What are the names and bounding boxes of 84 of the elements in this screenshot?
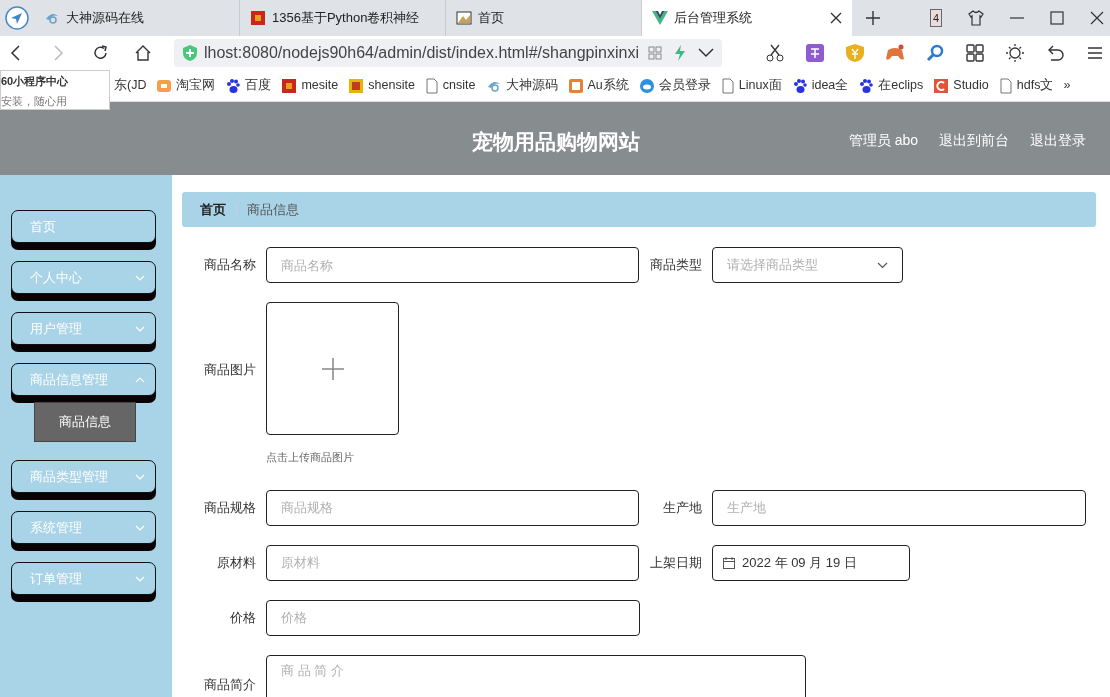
chevron-down-icon[interactable]: [698, 48, 714, 58]
bookmark[interactable]: 东(JD: [114, 76, 147, 95]
more-bookmarks-button[interactable]: »: [1063, 76, 1071, 95]
popup-title: 60小程序中心: [1, 74, 70, 89]
field-label: 生产地: [662, 498, 703, 517]
bookmark[interactable]: idea全: [791, 76, 849, 95]
close-icon[interactable]: [1090, 11, 1105, 25]
menu-icon[interactable]: [1086, 44, 1104, 62]
close-icon[interactable]: [830, 12, 842, 24]
site-title: 宠物用品购物网站: [472, 129, 640, 155]
bookmark[interactable]: Au系统: [567, 76, 629, 95]
address-bar[interactable]: lhost:8080/nodejs90h64/admin/dist/index.html#/shangpinxinxi: [174, 39, 722, 67]
bookmark[interactable]: 大神源码: [485, 76, 558, 95]
gamepad-icon[interactable]: [886, 44, 904, 62]
field-label: 商品简介: [203, 675, 257, 694]
shield-icon: [182, 44, 198, 62]
page-icon: [998, 77, 1013, 94]
plus-icon: [321, 357, 344, 380]
date-field[interactable]: 2022 年 09 月 19 日: [712, 544, 910, 581]
field-label: 商品类型: [649, 256, 703, 274]
translate-icon[interactable]: [806, 44, 824, 62]
chevron-down-icon: [135, 575, 145, 582]
field-label: 原材料: [215, 553, 257, 572]
home-icon[interactable]: [134, 44, 152, 62]
bookmark[interactable]: 会员登录: [638, 76, 711, 95]
browser-tab[interactable]: 后台管理系统: [642, 0, 852, 36]
field-label: 商品名称: [202, 256, 257, 274]
chevron-down-icon: [135, 376, 145, 383]
field-label: 商品规格: [202, 498, 257, 517]
breadcrumb-item: 商品信息: [247, 200, 299, 219]
new-tab-icon[interactable]: [866, 11, 880, 25]
search-icon[interactable]: [926, 44, 944, 62]
undo-icon[interactable]: [1046, 44, 1064, 62]
au-icon: [567, 77, 584, 94]
input-field[interactable]: 原材料: [265, 544, 639, 581]
popup-subtitle: 安装，随心用: [1, 93, 68, 109]
c-square-icon: [933, 77, 950, 94]
field-label: 上架日期: [649, 553, 703, 572]
apps-icon[interactable]: [966, 44, 984, 62]
taobao-icon: [156, 77, 173, 94]
input-field[interactable]: 商品规格: [265, 489, 639, 526]
scissors-icon[interactable]: [766, 44, 784, 62]
bookmark[interactable]: Linux面: [720, 76, 782, 95]
bookmark[interactable]: shensite: [348, 76, 415, 95]
bookmark[interactable]: hdfs文: [998, 76, 1054, 95]
input-field[interactable]: 价格: [266, 599, 640, 636]
chevron-down-icon: [135, 274, 145, 281]
chevron-down-icon: [135, 524, 145, 531]
field-label: 价格: [229, 608, 257, 627]
bookmark[interactable]: cnsite: [424, 76, 476, 95]
bookmark[interactable]: Studio: [933, 76, 989, 95]
navigation-icon[interactable]: [5, 6, 29, 30]
chevron-down-icon: [135, 325, 145, 332]
maximize-icon[interactable]: [1050, 11, 1065, 25]
sun-icon[interactable]: [1006, 44, 1024, 62]
input-field[interactable]: 生产地: [712, 489, 1086, 526]
shirt-icon[interactable]: [968, 10, 985, 26]
page-icon: [424, 77, 439, 94]
bookmark[interactable]: 淘宝网: [156, 76, 216, 95]
upload-hint: 点击上传商品图片: [266, 450, 355, 465]
input-field[interactable]: 商品名称: [265, 247, 639, 283]
submenu-item[interactable]: 商品信息: [34, 402, 136, 442]
textarea-field[interactable]: 商 品 简 介: [266, 654, 806, 697]
calendar-icon: [723, 556, 735, 569]
site-icon: [250, 10, 266, 26]
paw-icon: [791, 77, 808, 94]
paw-icon: [225, 77, 242, 94]
vue-logo-icon: [652, 10, 668, 26]
chevron-down-icon: [135, 473, 145, 480]
image-icon: [456, 10, 472, 26]
field-label: 商品图片: [203, 361, 257, 379]
paw-icon: [858, 77, 875, 94]
image-upload[interactable]: [266, 302, 399, 435]
breadcrumb-item[interactable]: 首页: [200, 199, 226, 220]
bookmark[interactable]: mesite: [281, 76, 339, 95]
chevron-down-icon: [877, 261, 888, 269]
tab-count[interactable]: 4: [930, 8, 943, 28]
page-icon: [720, 77, 735, 94]
bookmark[interactable]: 在eclips: [858, 76, 924, 95]
reload-icon[interactable]: [92, 44, 110, 62]
site-icon: [281, 77, 298, 94]
bookmark[interactable]: 百度: [225, 76, 272, 95]
site-icon: [348, 77, 365, 94]
cloud-icon: [638, 77, 655, 94]
